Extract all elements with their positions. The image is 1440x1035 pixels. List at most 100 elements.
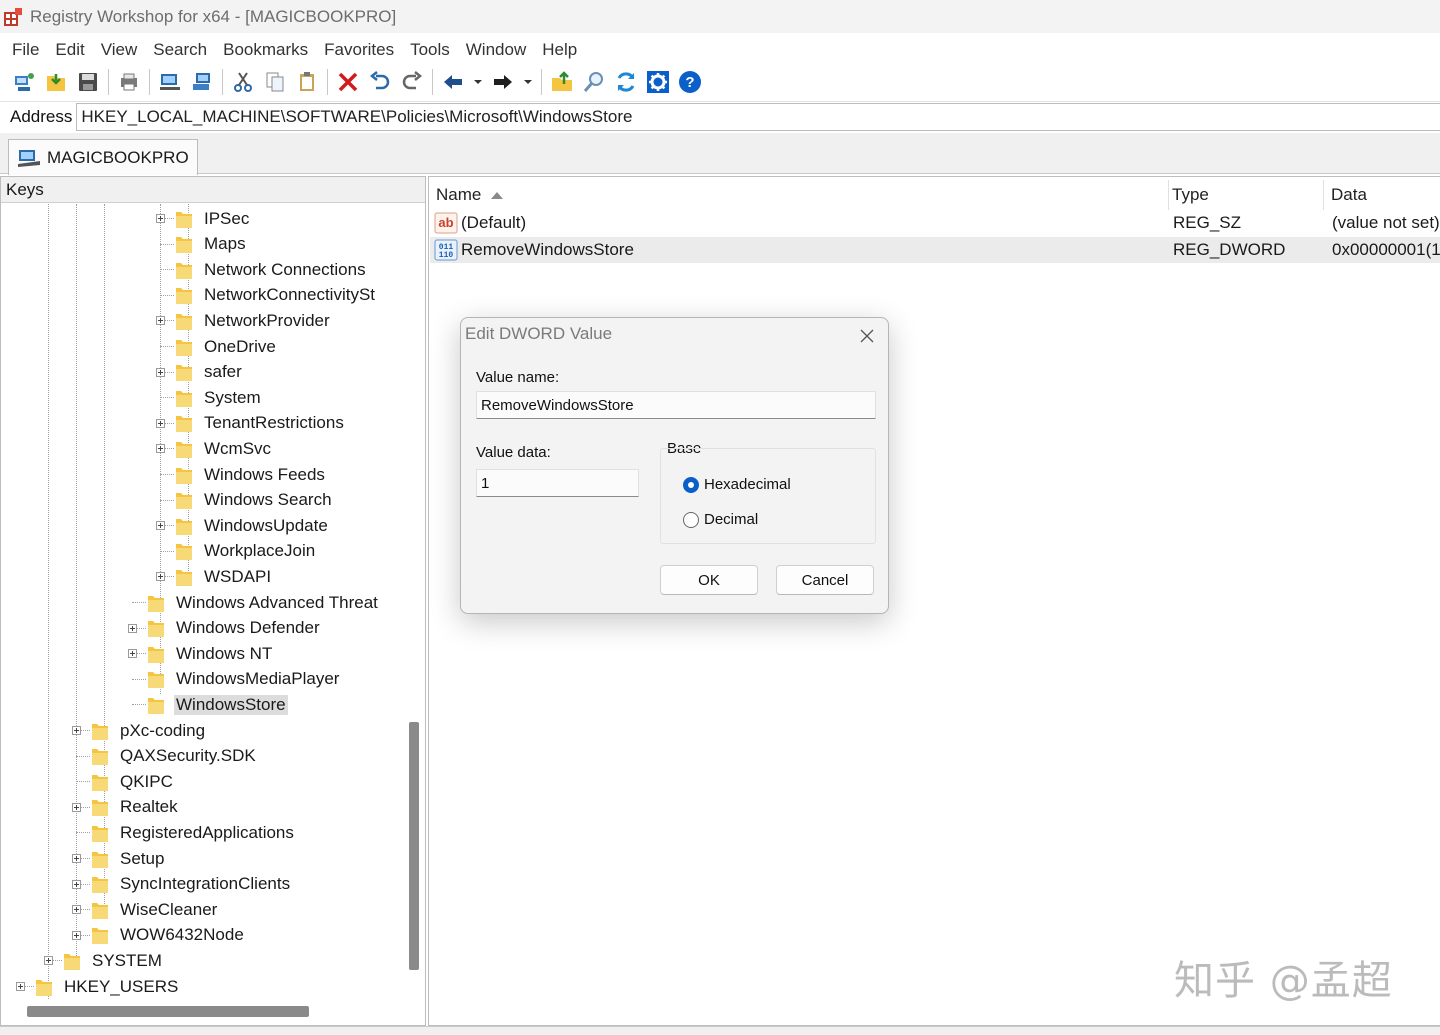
tree-node[interactable]: QAXSecurity.SDK	[91, 744, 258, 769]
tree-node[interactable]: IPSec	[175, 206, 251, 231]
expand-plus-icon[interactable]	[156, 418, 165, 428]
back-dropdown-button[interactable]	[471, 68, 485, 96]
tree-node[interactable]: Windows NT	[147, 641, 274, 666]
redo-button[interactable]	[398, 68, 426, 96]
value-row[interactable]: ab (Default) REG_SZ (value not set)	[430, 210, 1440, 236]
tree-node[interactable]: Maps	[175, 232, 248, 257]
tree-node[interactable]: QKIPC	[91, 769, 175, 794]
expand-plus-icon[interactable]	[156, 214, 165, 223]
keys-vertical-scrollbar[interactable]	[405, 204, 423, 999]
tree-node[interactable]: WcmSvc	[175, 436, 273, 461]
paste-button[interactable]	[293, 68, 321, 96]
tree-node[interactable]: WindowsUpdate	[175, 513, 330, 538]
print-button[interactable]	[115, 68, 143, 96]
menu-help[interactable]: Help	[542, 40, 577, 60]
tab-magicbookpro[interactable]: MAGICBOOKPRO	[8, 139, 198, 175]
tree-node[interactable]: Realtek	[91, 795, 180, 820]
save-button[interactable]	[74, 68, 102, 96]
tree-node[interactable]: WSDAPI	[175, 564, 273, 589]
expand-plus-icon[interactable]	[156, 521, 165, 531]
tree-node[interactable]: RegisteredApplications	[91, 820, 296, 845]
tree-node-label: QKIPC	[120, 771, 173, 791]
connect-registry-button[interactable]	[10, 68, 38, 96]
expand-plus-icon[interactable]	[156, 444, 165, 454]
options-button[interactable]	[644, 68, 672, 96]
tree-node[interactable]: WiseCleaner	[91, 897, 219, 922]
tree-node[interactable]: Windows Defender	[147, 616, 322, 641]
tree-node[interactable]: WOW6432Node	[91, 923, 246, 948]
tree-node[interactable]: System	[175, 385, 263, 410]
close-button[interactable]	[853, 322, 881, 350]
column-header-data[interactable]: Data	[1324, 180, 1440, 210]
hexadecimal-radio[interactable]: Hexadecimal	[683, 476, 791, 493]
tree-node[interactable]: SyncIntegrationClients	[91, 872, 292, 897]
scrollbar-thumb[interactable]	[27, 1006, 309, 1017]
value-row[interactable]: 011 110 RemoveWindowsStore REG_DWORD 0x00…	[430, 237, 1440, 263]
undo-button[interactable]	[366, 68, 394, 96]
expand-plus-icon[interactable]	[128, 623, 137, 633]
menu-favorites[interactable]: Favorites	[324, 40, 394, 60]
expand-plus-icon[interactable]	[72, 802, 81, 812]
tree-node[interactable]: OneDrive	[175, 334, 278, 359]
copy-button[interactable]	[261, 68, 289, 96]
expand-plus-icon[interactable]	[72, 854, 81, 863]
expand-plus-icon[interactable]	[72, 726, 81, 735]
expand-plus-icon[interactable]	[44, 956, 53, 966]
tree-node[interactable]: Windows Feeds	[175, 462, 327, 487]
expand-plus-icon[interactable]	[72, 905, 81, 915]
cancel-button[interactable]: Cancel	[776, 565, 874, 595]
value-data: 0x00000001(1)	[1332, 240, 1440, 259]
ok-button[interactable]: OK	[660, 565, 758, 595]
decimal-radio[interactable]: Decimal	[683, 511, 758, 528]
column-header-name[interactable]: Name	[429, 180, 1169, 210]
value-name-field[interactable]: RemoveWindowsStore	[476, 391, 876, 419]
cut-button[interactable]	[229, 68, 257, 96]
tree-node[interactable]: pXc-coding	[91, 718, 207, 743]
menu-file[interactable]: File	[12, 40, 39, 60]
floppy-disk-icon	[79, 73, 97, 91]
tree-node[interactable]: WorkplaceJoin	[175, 539, 317, 564]
tree-node[interactable]: safer	[175, 360, 244, 385]
tree-node[interactable]: Windows Search	[175, 488, 334, 513]
import-button[interactable]	[42, 68, 70, 96]
refresh-button[interactable]	[612, 68, 640, 96]
expand-plus-icon[interactable]	[16, 982, 25, 991]
expand-plus-icon[interactable]	[156, 572, 165, 582]
expand-plus-icon[interactable]	[72, 879, 81, 889]
remote-registry-button[interactable]	[156, 68, 184, 96]
menu-bookmarks[interactable]: Bookmarks	[223, 40, 308, 60]
tree-node[interactable]: TenantRestrictions	[175, 411, 346, 436]
tree-node[interactable]: NetworkConnectivitySt	[175, 283, 377, 308]
column-header-type[interactable]: Type	[1165, 180, 1324, 210]
menu-search[interactable]: Search	[153, 40, 207, 60]
tree-node[interactable]: WindowsMediaPlayer	[147, 667, 341, 692]
delete-button[interactable]	[334, 68, 362, 96]
tree-node[interactable]: SYSTEM	[63, 948, 164, 973]
keys-horizontal-scrollbar[interactable]	[1, 999, 405, 1025]
scrollbar-thumb[interactable]	[409, 722, 419, 970]
tree-node[interactable]: Windows Advanced Threat	[147, 590, 380, 615]
tree-node[interactable]: Network Connections	[175, 257, 368, 282]
menu-edit[interactable]: Edit	[55, 40, 84, 60]
address-input[interactable]: HKEY_LOCAL_MACHINE\SOFTWARE\Policies\Mic…	[76, 102, 1440, 131]
edit-dword-dialog: Edit DWORD Value Value name: RemoveWindo…	[460, 317, 889, 614]
find-button[interactable]	[580, 68, 608, 96]
back-button[interactable]	[439, 68, 467, 96]
tree-node[interactable]: HKEY_USERS	[35, 974, 180, 999]
forward-dropdown-button[interactable]	[521, 68, 535, 96]
expand-plus-icon[interactable]	[156, 367, 165, 377]
tree-node[interactable]: NetworkProvider	[175, 308, 332, 333]
forward-button[interactable]	[489, 68, 517, 96]
menu-tools[interactable]: Tools	[410, 40, 450, 60]
menu-window[interactable]: Window	[466, 40, 526, 60]
tree-node[interactable]: Setup	[91, 846, 166, 871]
disconnect-button[interactable]	[188, 68, 216, 96]
menu-view[interactable]: View	[101, 40, 138, 60]
expand-plus-icon[interactable]	[156, 316, 165, 326]
expand-plus-icon[interactable]	[72, 930, 81, 940]
up-level-button[interactable]	[548, 68, 576, 96]
help-button[interactable]: ?	[676, 68, 704, 96]
expand-plus-icon[interactable]	[128, 649, 137, 659]
value-data-field[interactable]: 1	[476, 469, 639, 497]
tree-node[interactable]: WindowsStore	[147, 692, 288, 717]
